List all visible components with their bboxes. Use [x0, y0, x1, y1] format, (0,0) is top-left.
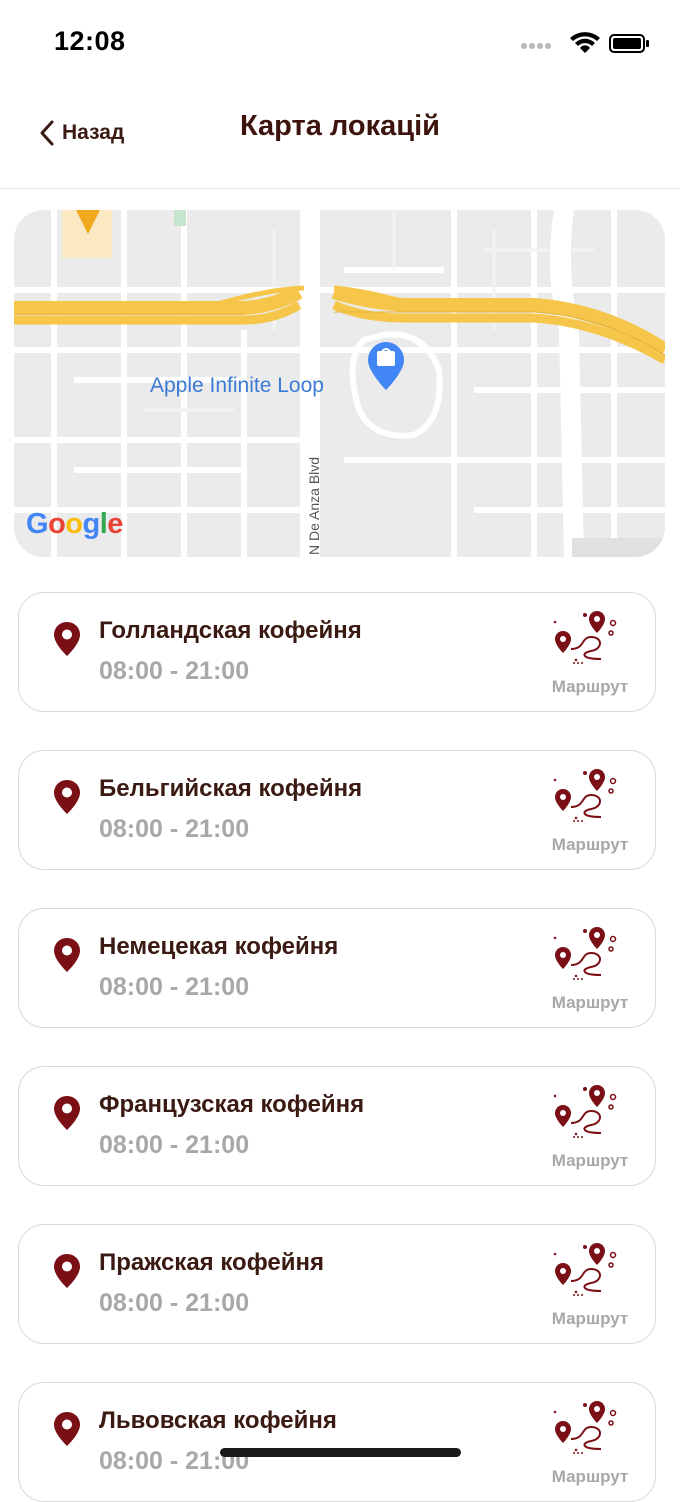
location-card[interactable]: Немецекая кофейня 08:00 - 21:00 Маршрут — [18, 908, 656, 1028]
location-name: Бельгийская кофейня — [99, 775, 363, 802]
route-button-label[interactable]: Маршрут — [547, 1309, 633, 1329]
location-hours: 08:00 - 21:00 — [99, 815, 250, 843]
location-card[interactable]: Львовская кофейня 08:00 - 21:00 Маршрут — [18, 1382, 656, 1502]
location-pin-icon — [53, 621, 81, 657]
location-pin-icon — [53, 1411, 81, 1447]
route-button-label[interactable]: Маршрут — [547, 993, 633, 1013]
location-name: Голландская кофейня — [99, 617, 362, 644]
nav-bar: Назад Карта локацій — [0, 88, 680, 189]
poi-label: Apple Infinite Loop — [150, 374, 324, 397]
route-icon[interactable] — [551, 609, 623, 665]
home-indicator — [220, 1448, 461, 1457]
status-time: 12:08 — [54, 26, 126, 56]
street-label: N De Anza Blvd — [306, 457, 322, 555]
location-pin-icon — [53, 1253, 81, 1289]
location-name: Немецекая кофейня — [99, 933, 339, 960]
location-card[interactable]: Голландская кофейня 08:00 - 21:00 Маршрут — [18, 592, 656, 712]
location-hours: 08:00 - 21:00 — [99, 1289, 250, 1317]
location-card[interactable]: Французская кофейня 08:00 - 21:00 Маршрут — [18, 1066, 656, 1186]
google-logo: Google — [26, 508, 123, 540]
location-hours: 08:00 - 21:00 — [99, 973, 250, 1001]
route-button-label[interactable]: Маршрут — [547, 835, 633, 855]
route-icon[interactable] — [551, 767, 623, 823]
location-card[interactable]: Пражская кофейня 08:00 - 21:00 Маршрут — [18, 1224, 656, 1344]
route-icon[interactable] — [551, 1083, 623, 1139]
location-card[interactable]: Бельгийская кофейня 08:00 - 21:00 Маршрут — [18, 750, 656, 870]
route-button-label[interactable]: Маршрут — [547, 1467, 633, 1487]
signal-icon — [521, 43, 551, 49]
location-pin-icon — [53, 1095, 81, 1131]
location-name: Львовская кофейня — [99, 1407, 337, 1434]
route-button-label[interactable]: Маршрут — [547, 677, 633, 697]
location-hours: 08:00 - 21:00 — [99, 1131, 250, 1159]
status-bar: 12:08 — [0, 0, 680, 88]
location-name: Пражская кофейня — [99, 1249, 324, 1276]
wifi-icon — [570, 32, 600, 53]
map-view[interactable]: Apple Infinite Loop N De Anza Blvd Googl… — [14, 210, 665, 557]
route-icon[interactable] — [551, 925, 623, 981]
location-name: Французская кофейня — [99, 1091, 365, 1118]
route-icon[interactable] — [551, 1399, 623, 1455]
status-icons — [520, 30, 650, 56]
location-pin-icon — [53, 779, 81, 815]
route-icon[interactable] — [551, 1241, 623, 1297]
location-pin-icon — [53, 937, 81, 973]
page-title: Карта локацій — [239, 110, 440, 142]
location-hours: 08:00 - 21:00 — [99, 657, 250, 685]
route-button-label[interactable]: Маршрут — [547, 1151, 633, 1171]
battery-icon — [609, 34, 649, 53]
